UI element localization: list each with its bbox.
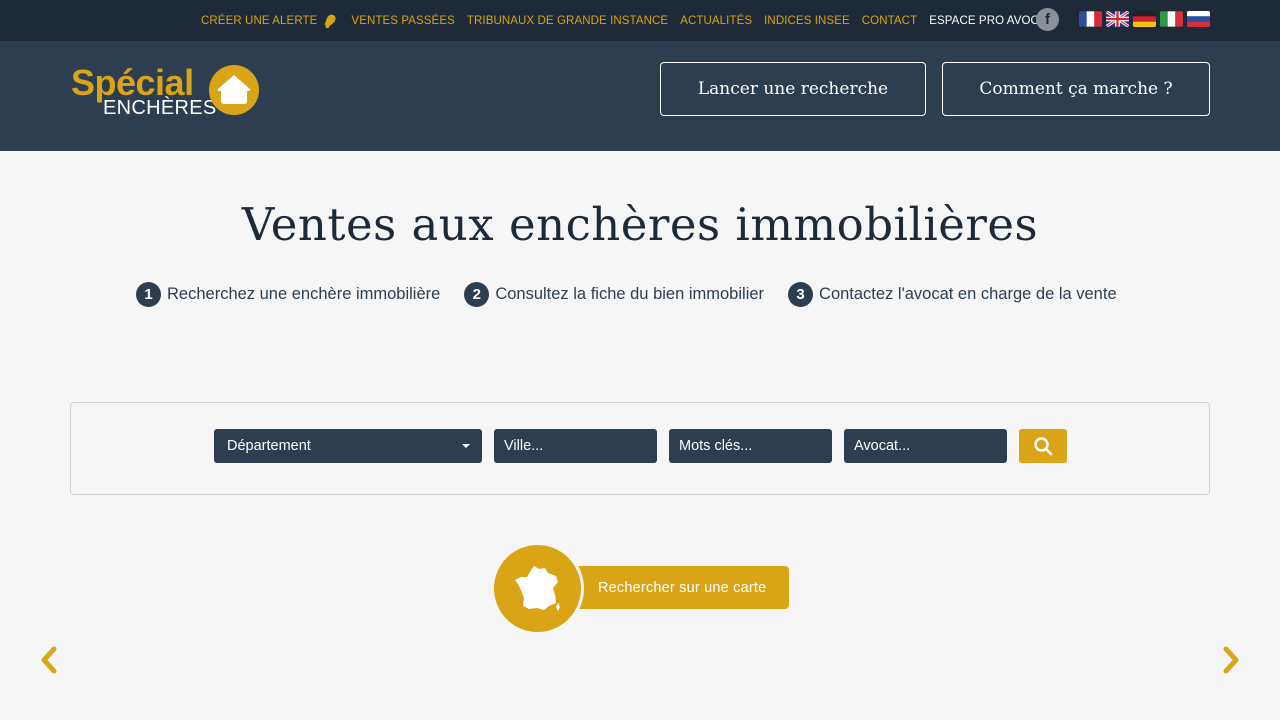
- how-it-works-button[interactable]: Comment ça marche ?: [942, 62, 1210, 116]
- department-select[interactable]: Département: [214, 429, 482, 463]
- lawyer-input[interactable]: [844, 429, 1007, 463]
- step-3: 3 Contactez l'avocat en charge de la ven…: [788, 282, 1117, 307]
- step-number: 2: [464, 282, 490, 307]
- flag-de-icon[interactable]: [1133, 11, 1156, 27]
- nav-past-sales[interactable]: VENTES PASSÉES: [351, 15, 454, 27]
- search-panel: Département: [70, 402, 1210, 495]
- chevron-right-icon[interactable]: [1219, 644, 1243, 676]
- nav-courts[interactable]: TRIBUNAUX DE GRANDE INSTANCE: [467, 15, 668, 27]
- nav-contact[interactable]: CONTACT: [862, 15, 917, 27]
- top-bar: CRÉER UNE ALERTE VENTES PASSÉES TRIBUNAU…: [0, 0, 1280, 41]
- flag-it-icon[interactable]: [1160, 11, 1183, 27]
- flag-ru-icon[interactable]: [1187, 11, 1210, 27]
- house-icon: [209, 65, 259, 115]
- france-map-icon: [491, 542, 584, 635]
- bell-icon: [325, 14, 337, 28]
- steps: 1 Recherchez une enchère immobilière 2 C…: [136, 282, 1117, 307]
- nav-create-alert[interactable]: CRÉER UNE ALERTE: [201, 12, 339, 30]
- language-flags: [1079, 11, 1210, 27]
- search-icon: [1034, 437, 1053, 456]
- nav-insee-indices[interactable]: INDICES INSEE: [764, 15, 850, 27]
- step-text: Recherchez une enchère immobilière: [167, 285, 441, 303]
- map-search-label: Rechercher sur une carte: [577, 566, 789, 609]
- map-search-button[interactable]: Rechercher sur une carte: [491, 542, 791, 636]
- step-number: 1: [136, 282, 161, 307]
- step-text: Consultez la fiche du bien immobilier: [495, 285, 765, 303]
- nav-pro-lawyer[interactable]: ESPACE PRO AVOCAT: [929, 15, 1053, 27]
- step-text: Contactez l'avocat en charge de la vente: [819, 285, 1117, 303]
- logo[interactable]: Spécial ENCHÈRES: [71, 63, 261, 119]
- flag-en-icon[interactable]: [1106, 11, 1129, 27]
- top-nav: CRÉER UNE ALERTE VENTES PASSÉES TRIBUNAU…: [201, 0, 1053, 41]
- nav-create-alert-label: CRÉER UNE ALERTE: [201, 14, 318, 27]
- launch-search-button[interactable]: Lancer une recherche: [660, 62, 926, 116]
- step-1: 1 Recherchez une enchère immobilière: [136, 282, 440, 307]
- page-title: Ventes aux enchères immobilières: [241, 198, 1039, 251]
- logo-bottom-text: ENCHÈRES: [103, 97, 217, 119]
- nav-news[interactable]: ACTUALITÉS: [680, 15, 752, 27]
- search-submit-button[interactable]: [1019, 429, 1067, 463]
- flag-fr-icon[interactable]: [1079, 11, 1102, 27]
- step-2: 2 Consultez la fiche du bien immobilier: [464, 282, 764, 307]
- facebook-icon[interactable]: f: [1036, 8, 1059, 31]
- step-number: 3: [788, 282, 814, 307]
- keywords-input[interactable]: [669, 429, 832, 463]
- chevron-left-icon[interactable]: [37, 644, 61, 676]
- department-select-value: Département: [227, 438, 311, 454]
- caret-down-icon: [462, 444, 470, 448]
- city-input[interactable]: [494, 429, 657, 463]
- header: Spécial ENCHÈRES Lancer une recherche Co…: [0, 41, 1280, 151]
